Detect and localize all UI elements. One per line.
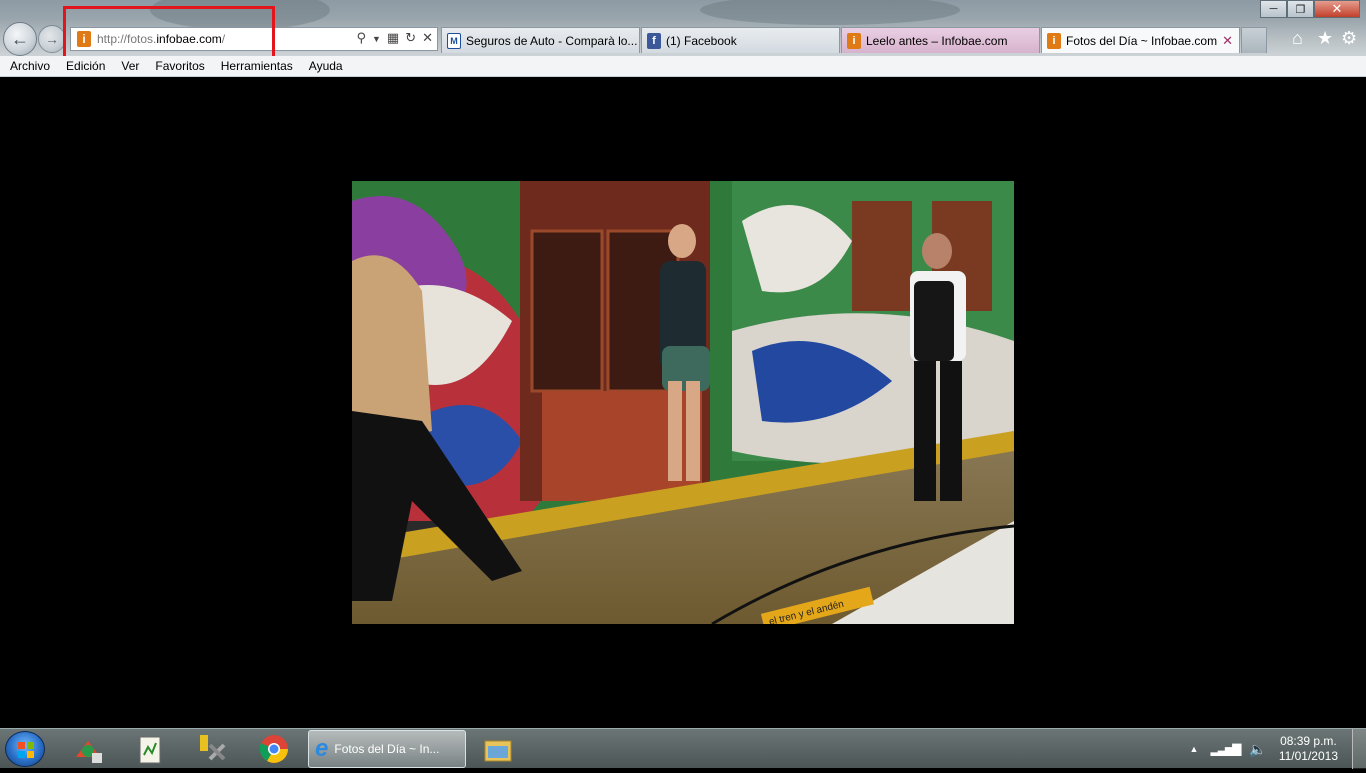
menu-favoritos[interactable]: Favoritos bbox=[155, 59, 204, 73]
show-hidden-icons-icon[interactable]: ▲ bbox=[1190, 744, 1199, 754]
show-desktop-button[interactable] bbox=[1352, 729, 1366, 769]
tab-label: Seguros de Auto - Comparà lo... bbox=[466, 33, 638, 48]
facebook-icon: f bbox=[647, 32, 661, 49]
inner-door-left bbox=[530, 229, 604, 393]
address-highlight-box bbox=[63, 6, 275, 63]
menu-edicion[interactable]: Edición bbox=[66, 59, 105, 73]
man-leg bbox=[914, 361, 936, 501]
tools-app-icon[interactable] bbox=[196, 733, 228, 765]
maximize-button[interactable]: ❐ bbox=[1287, 0, 1314, 18]
train-window bbox=[852, 201, 912, 311]
woman-leg bbox=[668, 381, 682, 481]
taskbar-ie-window[interactable]: e Fotos del Día ~ In... bbox=[308, 730, 466, 768]
new-tab-button[interactable] bbox=[1241, 27, 1267, 53]
file-explorer-icon[interactable] bbox=[482, 733, 514, 765]
menu-ayuda[interactable]: Ayuda bbox=[309, 59, 343, 73]
minimize-button[interactable]: ─ bbox=[1260, 0, 1287, 18]
taskbar: e Fotos del Día ~ In... ▲ ▂▃▅▇ 🔈 08:39 p… bbox=[0, 728, 1366, 769]
back-button[interactable]: ← bbox=[3, 22, 37, 56]
arrow-right-icon: → bbox=[45, 31, 59, 47]
chrome-icon[interactable] bbox=[258, 733, 290, 765]
notepad-app-icon[interactable] bbox=[134, 733, 166, 765]
man-head bbox=[922, 233, 952, 269]
menu-ver[interactable]: Ver bbox=[121, 59, 139, 73]
tab-facebook[interactable]: f (1) Facebook bbox=[641, 27, 840, 53]
tab-label: Leelo antes – Infobae.com bbox=[866, 33, 1008, 48]
search-icon[interactable]: ⚲ bbox=[356, 30, 366, 48]
background-blob bbox=[700, 0, 960, 25]
man-leg bbox=[940, 361, 962, 501]
minimize-icon: ─ bbox=[1269, 3, 1278, 15]
tab-label: (1) Facebook bbox=[666, 33, 737, 48]
page-content: el tren y el andén bbox=[0, 77, 1366, 728]
tab-fotos-del-dia[interactable]: i Fotos del Día ~ Infobae.com ✕ bbox=[1041, 27, 1240, 53]
clock-date: 11/01/2013 bbox=[1278, 749, 1338, 763]
menu-archivo[interactable]: Archivo bbox=[10, 59, 50, 73]
tab-seguros[interactable]: M Seguros de Auto - Comparà lo... bbox=[441, 27, 640, 53]
close-icon: ✕ bbox=[1331, 1, 1343, 16]
start-button[interactable] bbox=[5, 731, 45, 767]
subway-photo-illustration: el tren y el andén bbox=[352, 181, 1014, 624]
woman-head bbox=[668, 224, 696, 258]
close-window-button[interactable]: ✕ bbox=[1314, 0, 1360, 18]
menu-bar: Archivo Edición Ver Favoritos Herramient… bbox=[0, 56, 1366, 77]
woman-leg bbox=[686, 381, 700, 481]
tab-label: Fotos del Día ~ Infobae.com bbox=[1066, 33, 1218, 48]
close-tab-icon[interactable]: ✕ bbox=[1222, 33, 1233, 49]
chevron-down-icon[interactable]: ▼ bbox=[372, 30, 381, 48]
mt-icon: M bbox=[447, 32, 461, 49]
compatibility-view-icon[interactable]: ▦ bbox=[387, 30, 399, 48]
photo-of-the-day[interactable]: el tren y el andén bbox=[352, 181, 1014, 624]
internet-explorer-icon: e bbox=[315, 735, 329, 762]
windows-logo-icon bbox=[18, 742, 34, 758]
forward-button[interactable]: → bbox=[38, 25, 66, 53]
volume-icon[interactable]: 🔈 bbox=[1249, 741, 1266, 758]
home-icon[interactable]: ⌂ bbox=[1292, 28, 1303, 49]
refresh-icon[interactable]: ↻ bbox=[405, 30, 416, 48]
network-signal-icon[interactable]: ▂▃▅▇ bbox=[1210, 742, 1241, 756]
tab-leelo-antes[interactable]: i Leelo antes – Infobae.com bbox=[841, 27, 1040, 53]
stop-icon[interactable]: ✕ bbox=[422, 30, 433, 48]
infobae-icon: i bbox=[1047, 32, 1061, 49]
menu-herramientas[interactable]: Herramientas bbox=[221, 59, 293, 73]
clock-time: 08:39 p.m. bbox=[1280, 734, 1337, 748]
gear-icon[interactable]: ⚙ bbox=[1341, 28, 1357, 49]
arrow-left-icon: ← bbox=[11, 28, 29, 49]
clock[interactable]: 08:39 p.m. 11/01/2013 bbox=[1279, 734, 1338, 764]
taskbar-ie-label: Fotos del Día ~ In... bbox=[334, 742, 440, 756]
restore-icon: ❐ bbox=[1295, 3, 1306, 16]
system-tray: ▲ ▂▃▅▇ 🔈 08:39 p.m. 11/01/2013 bbox=[1190, 729, 1366, 769]
man-backpack bbox=[914, 281, 954, 361]
favorites-star-icon[interactable]: ★ bbox=[1317, 28, 1333, 49]
tool-app-icon[interactable] bbox=[72, 733, 104, 765]
infobae-icon: i bbox=[847, 32, 861, 49]
